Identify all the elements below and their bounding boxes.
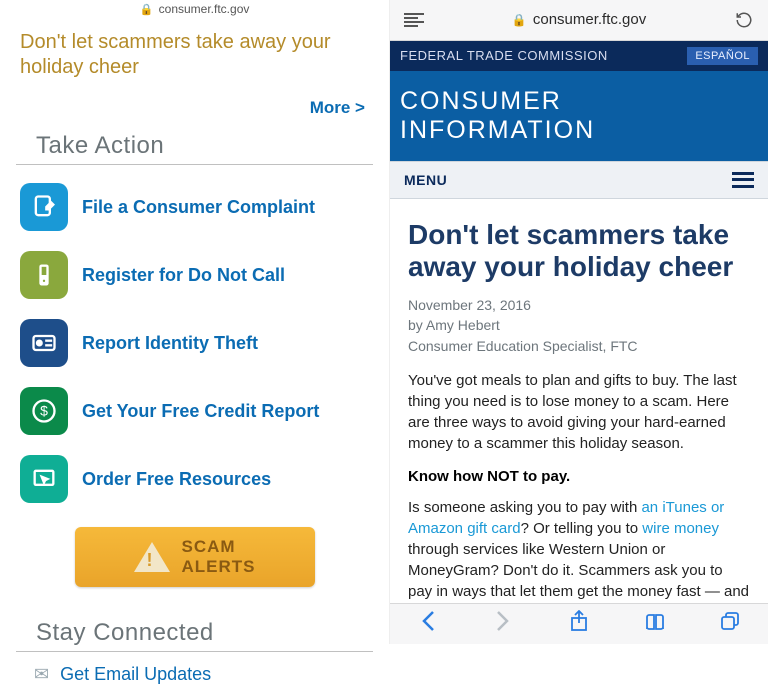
bookmarks-button[interactable] bbox=[635, 611, 675, 637]
article-byline: by Amy Hebert bbox=[408, 315, 750, 335]
take-action-list: File a Consumer Complaint Register for D… bbox=[0, 173, 389, 513]
article-subheading: Know how NOT to pay. bbox=[408, 468, 750, 485]
action-free-resources[interactable]: Order Free Resources bbox=[16, 445, 373, 513]
lock-icon: 🔒 bbox=[140, 3, 154, 16]
hamburger-icon bbox=[732, 172, 754, 188]
email-updates-link[interactable]: ✉ Get Email Updates bbox=[0, 660, 389, 685]
article-paragraph: You've got meals to plan and gifts to bu… bbox=[408, 370, 750, 454]
action-label: File a Consumer Complaint bbox=[82, 197, 315, 218]
take-action-heading: Take Action bbox=[16, 126, 373, 165]
action-credit-report[interactable]: $ Get Your Free Credit Report bbox=[16, 377, 373, 445]
back-button[interactable] bbox=[408, 610, 448, 638]
scam-alerts-button[interactable]: SCAM ALERTS bbox=[75, 527, 315, 587]
lock-icon: 🔒 bbox=[512, 13, 527, 27]
right-screenshot: 🔒 consumer.ftc.gov FEDERAL TRADE COMMISS… bbox=[390, 0, 768, 644]
left-url-text: consumer.ftc.gov bbox=[159, 2, 250, 16]
tabs-button[interactable] bbox=[710, 611, 750, 637]
ftc-top-bar: FEDERAL TRADE COMMISSION ESPAÑOL bbox=[390, 41, 768, 71]
article-date: November 23, 2016 bbox=[408, 295, 750, 315]
article-role: Consumer Education Specialist, FTC bbox=[408, 336, 750, 356]
warning-triangle-icon bbox=[134, 542, 170, 572]
action-label: Register for Do Not Call bbox=[82, 265, 285, 286]
forward-button[interactable] bbox=[483, 610, 523, 638]
more-link[interactable]: More > bbox=[0, 80, 389, 126]
org-name: FEDERAL TRADE COMMISSION bbox=[400, 48, 608, 63]
document-pencil-icon bbox=[20, 183, 68, 231]
phone-icon bbox=[20, 251, 68, 299]
action-label: Order Free Resources bbox=[82, 469, 271, 490]
article-title: Don't let scammers take away your holida… bbox=[408, 219, 750, 283]
safari-toolbar bbox=[390, 603, 768, 644]
menu-bar[interactable]: MENU bbox=[390, 161, 768, 199]
share-button[interactable] bbox=[559, 610, 599, 638]
reload-button[interactable] bbox=[730, 6, 758, 34]
screen-cursor-icon bbox=[20, 455, 68, 503]
left-screenshot: 🔒 consumer.ftc.gov Don't let scammers ta… bbox=[0, 0, 390, 644]
envelope-icon: ✉ bbox=[34, 664, 49, 684]
safari-url-text: consumer.ftc.gov bbox=[533, 11, 646, 28]
article-paragraph: Is someone asking you to pay with an iTu… bbox=[408, 497, 750, 604]
consumer-info-banner: CONSUMER INFORMATION bbox=[390, 71, 768, 161]
espanol-button[interactable]: ESPAÑOL bbox=[687, 47, 758, 65]
menu-label: MENU bbox=[404, 172, 447, 188]
action-label: Get Your Free Credit Report bbox=[82, 401, 319, 422]
id-card-icon bbox=[20, 319, 68, 367]
action-do-not-call[interactable]: Register for Do Not Call bbox=[16, 241, 373, 309]
article-body: Don't let scammers take away your holida… bbox=[390, 199, 768, 604]
reader-mode-button[interactable] bbox=[400, 6, 428, 34]
featured-article-link[interactable]: Don't let scammers take away your holida… bbox=[0, 24, 389, 80]
article-meta: November 23, 2016 by Amy Hebert Consumer… bbox=[408, 295, 750, 356]
stay-connected-heading: Stay Connected bbox=[16, 613, 373, 652]
scam-alert-text: SCAM ALERTS bbox=[182, 537, 256, 577]
safari-navbar: 🔒 consumer.ftc.gov bbox=[390, 0, 768, 41]
wire-money-link[interactable]: wire money bbox=[642, 520, 719, 537]
svg-text:$: $ bbox=[40, 403, 48, 419]
left-url-bar: 🔒 consumer.ftc.gov bbox=[0, 0, 389, 24]
safari-url-field[interactable]: 🔒 consumer.ftc.gov bbox=[428, 11, 730, 28]
action-identity-theft[interactable]: Report Identity Theft bbox=[16, 309, 373, 377]
action-label: Report Identity Theft bbox=[82, 333, 258, 354]
email-updates-label: Get Email Updates bbox=[60, 664, 211, 684]
action-file-complaint[interactable]: File a Consumer Complaint bbox=[16, 173, 373, 241]
dollar-circle-icon: $ bbox=[20, 387, 68, 435]
